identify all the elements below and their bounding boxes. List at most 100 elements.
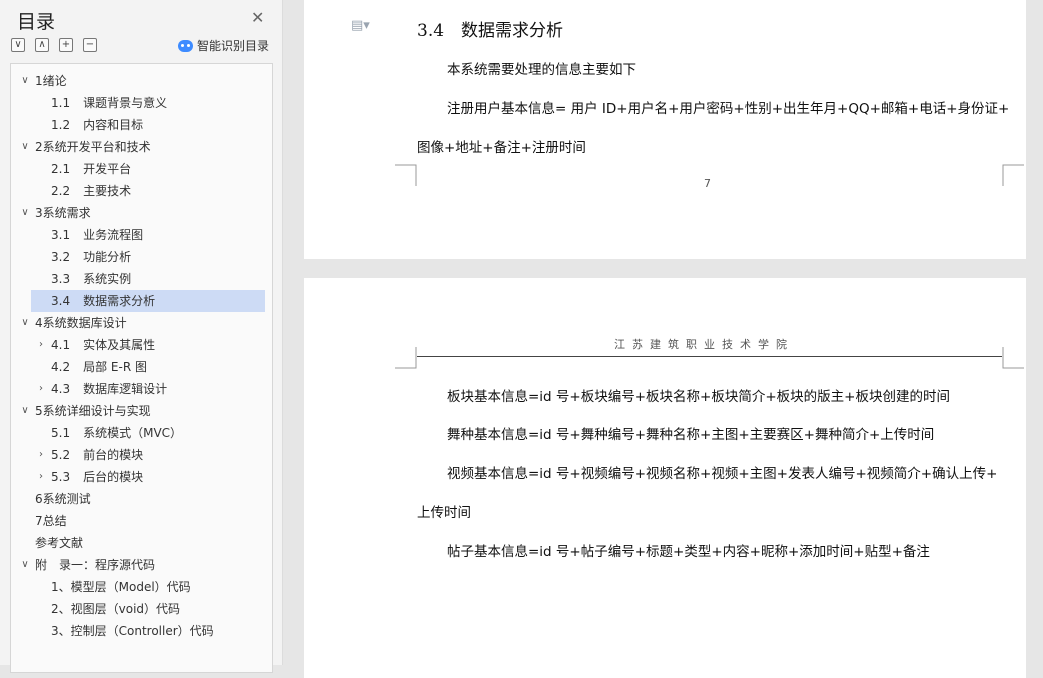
toc-sidebar: 目录 ✕ ∨ ∧ + − 智能识别目录 ∨ 1绪论 1.1 课题背景与意义 1.2 内容和… xyxy=(0,0,283,673)
document-page: ▤▾ 3.4 数据需求分析 本系统需要处理的信息主要如下 注册用户基本信息= 用… xyxy=(304,0,1026,259)
smart-recognize-toc-button[interactable]: 智能识别目录 xyxy=(178,37,269,54)
toc-item-text: 4系统数据库设计 xyxy=(35,316,127,330)
toc-item[interactable]: 4.2 局部 E-R 图 xyxy=(11,356,272,378)
toc-item[interactable]: › 4.3 数据库逻辑设计 xyxy=(11,378,272,400)
chevron-down-icon[interactable]: ∨ xyxy=(20,136,30,158)
toc-item[interactable]: 3.2 功能分析 xyxy=(11,246,272,268)
toc-item-text: 1、模型层（Model）代码 xyxy=(51,580,191,594)
chevron-down-icon[interactable]: ∨ xyxy=(20,554,30,576)
toc-item-label: 4.3 数据库逻辑设计 xyxy=(51,378,167,400)
toc-item-label: 3.1 业务流程图 xyxy=(51,224,143,246)
toc-item[interactable]: ∨ 附 录一：程序源代码 xyxy=(11,554,272,576)
toc-item-text: 2、视图层（void）代码 xyxy=(51,602,181,616)
toc-item[interactable]: ∨ 3系统需求 xyxy=(11,202,272,224)
toc-item-text: 功能分析 xyxy=(83,250,132,264)
toc-item-text: 后台的模块 xyxy=(83,470,144,484)
remove-item-button[interactable]: − xyxy=(83,38,97,52)
toc-item-number: 4.1 xyxy=(51,338,71,352)
document-view[interactable]: ▤▾ 3.4 数据需求分析 本系统需要处理的信息主要如下 注册用户基本信息= 用… xyxy=(283,0,1043,678)
paragraph-menu-icon[interactable]: ▤▾ xyxy=(351,18,370,33)
toc-item-number: 4.2 xyxy=(51,360,71,374)
header-divider xyxy=(417,356,1002,357)
toc-item[interactable]: 参考文献 xyxy=(11,532,272,554)
toc-item-label: 1.2 内容和目标 xyxy=(51,114,143,136)
toc-item[interactable]: › 5.2 前台的模块 xyxy=(11,444,272,466)
toc-item-text: 3、控制层（Controller）代码 xyxy=(51,624,214,638)
toc-item[interactable]: 7总结 xyxy=(11,510,272,532)
close-icon[interactable]: ✕ xyxy=(251,8,264,27)
body-paragraph: 帖子基本信息=id 号+帖子编号+标题+类型+内容+昵称+添加时间+贴型+备注 xyxy=(447,544,930,560)
chevron-right-icon[interactable]: › xyxy=(36,334,46,356)
chevron-right-icon[interactable]: › xyxy=(36,378,46,400)
add-item-button[interactable]: + xyxy=(59,38,73,52)
toc-item-label: 参考文献 xyxy=(35,532,83,554)
body-paragraph: 视频基本信息=id 号+视频编号+视频名称+视频+主图+发表人编号+视频简介+确… xyxy=(447,466,998,482)
chevron-right-icon[interactable]: › xyxy=(36,466,46,488)
toc-item[interactable]: › 4.1 实体及其属性 xyxy=(11,334,272,356)
toc-item-text: 业务流程图 xyxy=(83,228,144,242)
margin-corner-mark xyxy=(1002,347,1024,369)
toc-item[interactable]: 2.1 开发平台 xyxy=(11,158,272,180)
toc-item-number: 5.2 xyxy=(51,448,71,462)
toc-item-text: 1绪论 xyxy=(35,74,67,88)
toc-item-text: 主要技术 xyxy=(83,184,132,198)
toc-item-text: 系统实例 xyxy=(83,272,132,286)
toc-item[interactable]: 1、模型层（Model）代码 xyxy=(11,576,272,598)
toc-item-text: 前台的模块 xyxy=(83,448,144,462)
toc-item[interactable]: ∨ 2系统开发平台和技术 xyxy=(11,136,272,158)
section-heading: 3.4 数据需求分析 xyxy=(417,21,564,41)
toc-item-number: 4.3 xyxy=(51,382,71,396)
toc-item[interactable]: 1.2 内容和目标 xyxy=(11,114,272,136)
toc-item-label: 3.2 功能分析 xyxy=(51,246,131,268)
toc-item[interactable]: 3.1 业务流程图 xyxy=(11,224,272,246)
toc-item[interactable]: 6系统测试 xyxy=(11,488,272,510)
chevron-down-icon[interactable]: ∨ xyxy=(20,202,30,224)
toc-item-number: 2.2 xyxy=(51,184,71,198)
toc-item[interactable]: 2.2 主要技术 xyxy=(11,180,272,202)
toc-item-text: 数据需求分析 xyxy=(83,294,156,308)
smart-recognize-label: 智能识别目录 xyxy=(197,39,270,53)
chevron-down-icon[interactable]: ∨ xyxy=(20,400,30,422)
toc-item[interactable]: ∨ 5系统详细设计与实现 xyxy=(11,400,272,422)
toc-item-label: 4.1 实体及其属性 xyxy=(51,334,155,356)
toc-item[interactable]: 3.4 数据需求分析 xyxy=(31,290,265,312)
toc-item[interactable]: 3、控制层（Controller）代码 xyxy=(11,620,272,642)
toc-item-text: 5系统详细设计与实现 xyxy=(35,404,151,418)
toc-item-text: 附 录一：程序源代码 xyxy=(35,558,156,572)
toc-item-number: 3.2 xyxy=(51,250,71,264)
toc-item-label: 3、控制层（Controller）代码 xyxy=(51,620,214,642)
chevron-down-icon[interactable]: ∨ xyxy=(20,312,30,334)
toc-item-text: 内容和目标 xyxy=(83,118,144,132)
toc-item[interactable]: 5.1 系统模式（MVC） xyxy=(11,422,272,444)
toc-item[interactable]: 3.3 系统实例 xyxy=(11,268,272,290)
toc-item-text: 系统模式（MVC） xyxy=(83,426,183,440)
toc-item-label: 6系统测试 xyxy=(35,488,91,510)
toc-item[interactable]: ∨ 4系统数据库设计 xyxy=(11,312,272,334)
toc-item[interactable]: 1.1 课题背景与意义 xyxy=(11,92,272,114)
expand-all-button[interactable]: ∧ xyxy=(35,38,49,52)
toc-item[interactable]: 2、视图层（void）代码 xyxy=(11,598,272,620)
toc-item-label: 1.1 课题背景与意义 xyxy=(51,92,167,114)
toc-item-label: 7总结 xyxy=(35,510,67,532)
sidebar-title: 目录 xyxy=(17,11,56,33)
toc-item-text: 实体及其属性 xyxy=(83,338,156,352)
toc-item-text: 参考文献 xyxy=(35,536,84,550)
ai-assistant-icon xyxy=(178,39,193,52)
toc-item-number: 2.1 xyxy=(51,162,71,176)
document-page: 江苏建筑职业技术学院 板块基本信息=id 号+板块编号+板块名称+板块简介+板块… xyxy=(304,278,1026,678)
toc-item-label: 4系统数据库设计 xyxy=(35,312,127,334)
chevron-right-icon[interactable]: › xyxy=(36,444,46,466)
toc-item-label: 4.2 局部 E-R 图 xyxy=(51,356,147,378)
toc-item-text: 开发平台 xyxy=(83,162,132,176)
body-paragraph: 板块基本信息=id 号+板块编号+板块名称+板块简介+板块的版主+板块创建的时间 xyxy=(447,389,950,405)
toc-item[interactable]: ∨ 1绪论 xyxy=(11,70,272,92)
toc-item-label: 5.2 前台的模块 xyxy=(51,444,143,466)
toc-item[interactable]: › 5.3 后台的模块 xyxy=(11,466,272,488)
toc-item-number: 1.1 xyxy=(51,96,71,110)
toc-item-text: 6系统测试 xyxy=(35,492,91,506)
page-header-text: 江苏建筑职业技术学院 xyxy=(614,338,794,351)
collapse-all-button[interactable]: ∨ xyxy=(11,38,25,52)
body-paragraph: 上传时间 xyxy=(417,505,471,521)
chevron-down-icon[interactable]: ∨ xyxy=(20,70,30,92)
toc-item-text: 2系统开发平台和技术 xyxy=(35,140,151,154)
